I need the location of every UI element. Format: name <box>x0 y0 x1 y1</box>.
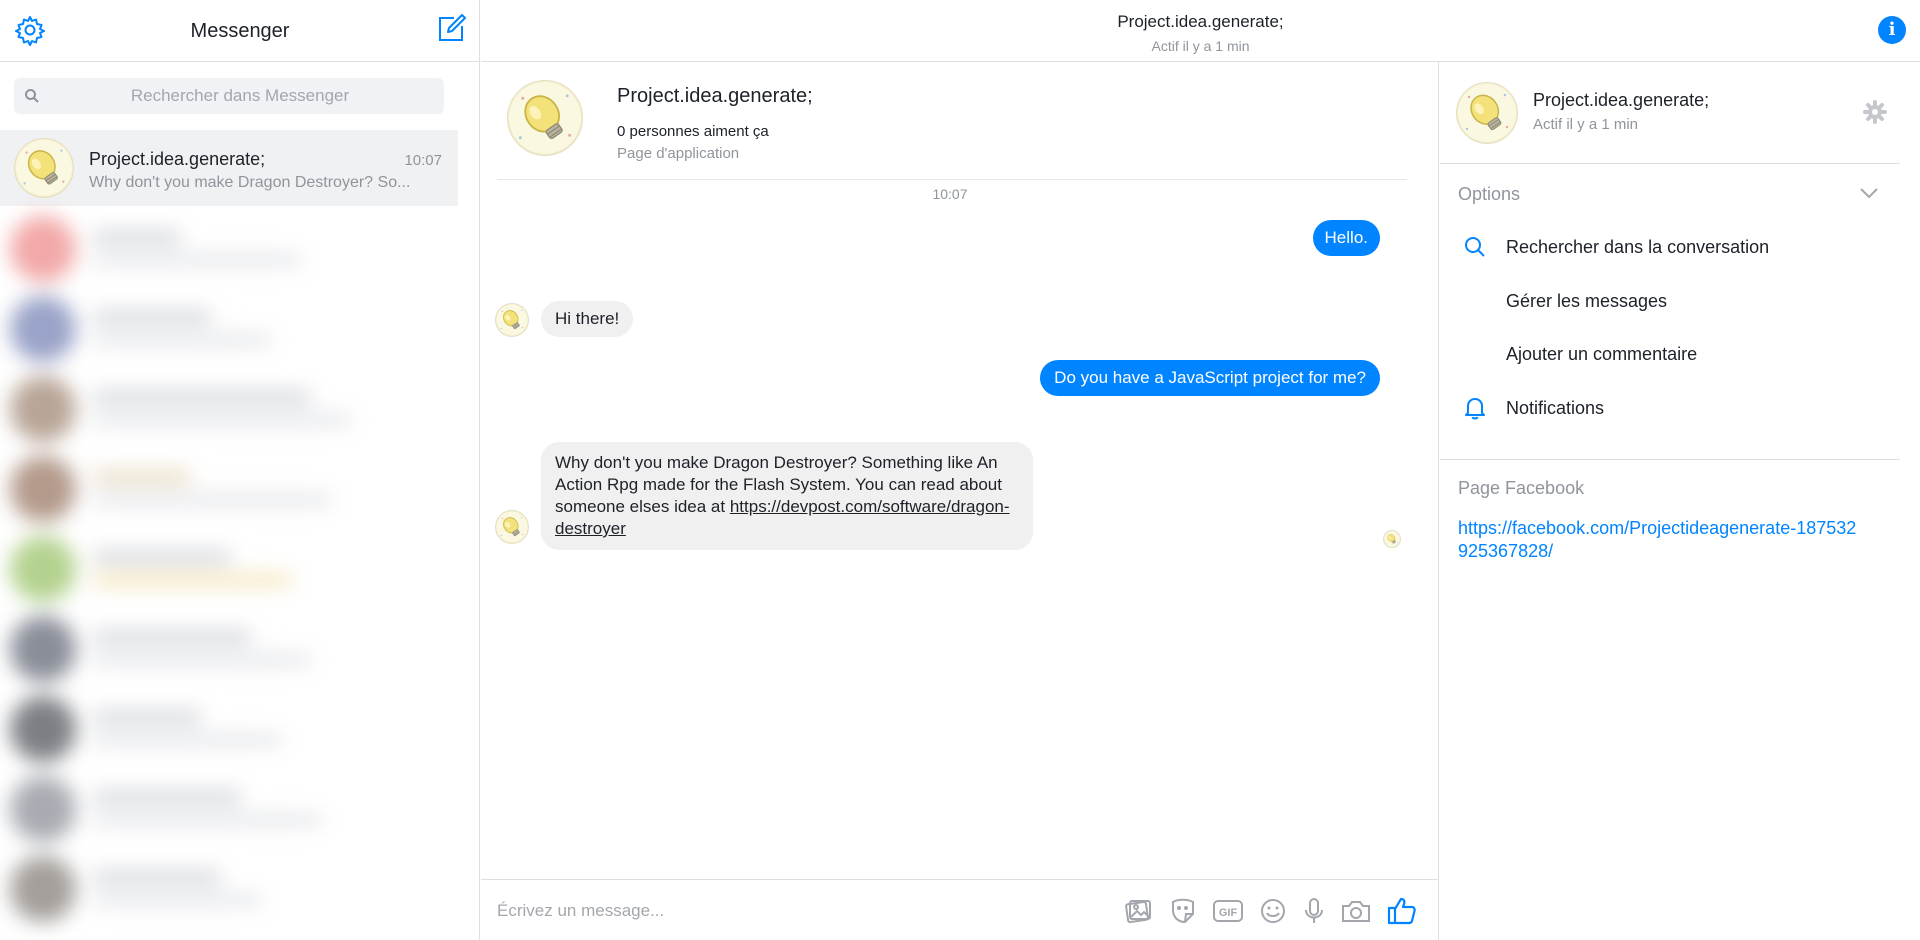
blurred-conversation-list <box>0 206 479 940</box>
message-timestamp: 10:07 <box>932 186 968 202</box>
sidebar-search[interactable] <box>14 78 444 114</box>
bell-icon <box>1462 395 1488 421</box>
list-item[interactable] <box>0 606 470 686</box>
option-notifications[interactable]: Notifications <box>1440 387 1880 431</box>
sidebar-header: Messenger <box>0 0 479 62</box>
page-avatar <box>507 80 583 156</box>
list-item[interactable] <box>0 766 470 846</box>
option-search-conversation[interactable]: Rechercher dans la conversation <box>1440 226 1880 270</box>
search-input[interactable] <box>50 78 430 114</box>
list-item[interactable] <box>0 446 470 526</box>
option-label: Notifications <box>1506 398 1605 418</box>
sticker-icon[interactable] <box>1166 894 1200 928</box>
list-item[interactable] <box>0 286 470 366</box>
divider <box>1440 459 1900 460</box>
divider <box>1440 163 1900 164</box>
search-icon <box>24 88 40 104</box>
svg-text:GIF: GIF <box>1219 907 1238 919</box>
option-label: Rechercher dans la conversation <box>1506 237 1770 257</box>
seen-indicator-avatar <box>1383 530 1401 548</box>
info-icon[interactable]: i <box>1878 16 1906 44</box>
message-composer: GIF <box>481 879 1439 940</box>
page-likes: 0 personnes aiment ça <box>617 123 769 140</box>
emoji-icon[interactable] <box>1256 894 1290 928</box>
outgoing-message[interactable]: Do you have a JavaScript project for me? <box>1040 360 1380 396</box>
option-add-comment[interactable]: Ajouter un commentaire <box>1440 333 1880 377</box>
incoming-message[interactable]: Hi there! <box>541 301 634 337</box>
active-status: Actif il y a 1 min <box>1151 38 1250 54</box>
camera-icon[interactable] <box>1339 894 1373 928</box>
sidebar-title: Messenger <box>190 20 290 42</box>
conversation-preview: Why don't you make Dragon Destroyer? So.… <box>89 174 411 191</box>
conversation-name: Project.idea.generate; <box>89 149 266 169</box>
facebook-page-heading: Page Facebook <box>1458 478 1585 498</box>
list-item[interactable] <box>0 206 470 286</box>
conversation-time: 10:07 <box>404 152 442 169</box>
list-item[interactable] <box>0 526 470 606</box>
conversation-list-item-active[interactable]: Project.idea.generate; 10:07 Why don't y… <box>0 130 458 206</box>
sender-avatar <box>495 510 529 544</box>
conversation-header: Project.idea.generate; Actif il y a 1 mi… <box>481 0 1920 62</box>
option-label: Gérer les messages <box>1506 291 1668 311</box>
list-item[interactable] <box>0 686 470 766</box>
page-name: Project.idea.generate; <box>617 85 813 107</box>
gear-icon[interactable] <box>1862 99 1888 125</box>
option-label: Ajouter un commentaire <box>1506 344 1698 364</box>
message-input[interactable] <box>495 894 1095 928</box>
contact-name: Project.idea.generate; <box>1533 90 1710 110</box>
option-manage-messages[interactable]: Gérer les messages <box>1440 280 1880 324</box>
contact-status: Actif il y a 1 min <box>1533 116 1639 133</box>
sender-avatar <box>495 303 529 337</box>
page-info-card[interactable]: Project.idea.generate; 0 personnes aimen… <box>497 74 1407 180</box>
photo-icon[interactable] <box>1121 894 1155 928</box>
outgoing-message[interactable]: Hello. <box>1312 220 1380 256</box>
options-heading[interactable]: Options <box>1458 184 1520 205</box>
list-item[interactable] <box>0 846 470 926</box>
incoming-message[interactable]: Why don't you make Dragon Destroyer? Som… <box>541 442 1033 550</box>
message-thread: Project.idea.generate; 0 personnes aimen… <box>481 62 1439 880</box>
contact-avatar <box>1456 82 1518 144</box>
conversation-details-panel: Project.idea.generate; Actif il y a 1 mi… <box>1440 62 1920 940</box>
list-item[interactable] <box>0 366 470 446</box>
gif-icon[interactable]: GIF <box>1211 894 1245 928</box>
chevron-down-icon[interactable] <box>1858 182 1880 204</box>
thumbs-up-icon[interactable] <box>1385 894 1419 928</box>
conversation-title: Project.idea.generate; <box>1117 12 1284 31</box>
conversation-sidebar: Messenger Project.idea.generate; 10:07 W… <box>0 0 480 940</box>
microphone-icon[interactable] <box>1297 894 1331 928</box>
page-type: Page d'application <box>617 145 740 162</box>
compose-new-message-icon[interactable] <box>434 12 468 46</box>
search-icon <box>1462 234 1488 260</box>
avatar <box>14 138 74 198</box>
facebook-page-link[interactable]: https://facebook.com/Projectideagenerate… <box>1458 517 1858 563</box>
